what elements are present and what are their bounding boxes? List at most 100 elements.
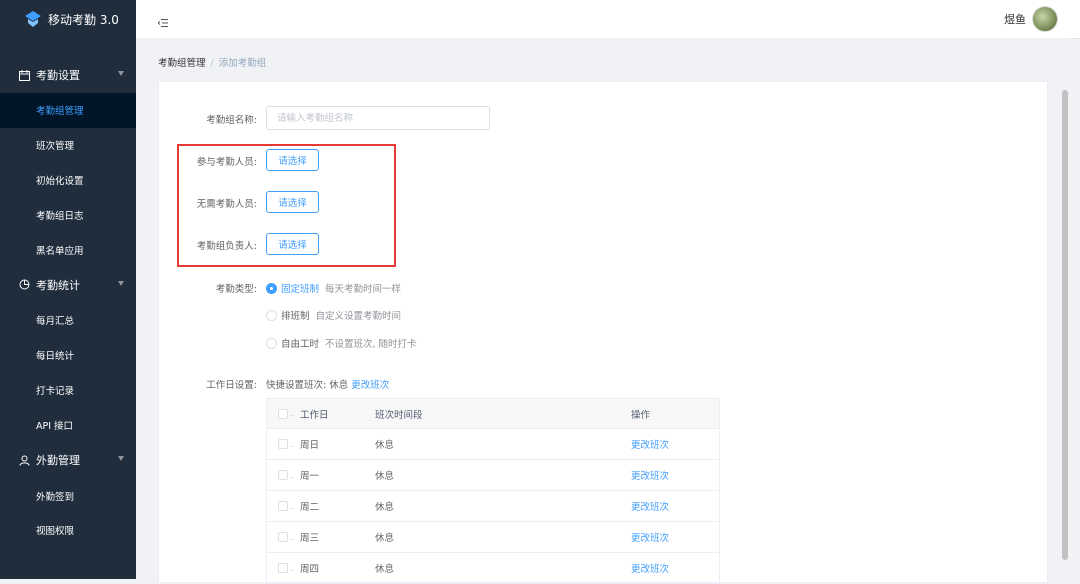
row-change-shift-link[interactable]: 更改班次 [631, 502, 669, 513]
sidebar-item-group-manage[interactable]: 考勤组管理 [0, 93, 136, 128]
avatar[interactable] [1032, 6, 1058, 32]
chevron-down-icon [118, 280, 124, 286]
breadcrumb-parent[interactable]: 考勤组管理 [158, 58, 206, 69]
owner-select-button[interactable]: 请选择 [266, 233, 319, 255]
table-row: .. 周三 休息 更改班次 [267, 522, 719, 553]
menu-title-field[interactable]: 外勤管理 [0, 442, 136, 478]
form-card: 考勤组名称: 参与考勤人员: 请选择 无需考勤人员: 请选择 考勤组负责人: 请… [158, 81, 1048, 584]
menu-title-settings[interactable]: 考勤设置 [0, 57, 136, 93]
row-checkbox[interactable] [278, 439, 288, 449]
checkbox-ellipsis: .. [290, 439, 296, 449]
row-time: 休息 [375, 533, 395, 544]
username: 煜鱼 [1004, 13, 1026, 26]
header-day: 工作日 [300, 409, 329, 421]
row-checkbox[interactable] [278, 532, 288, 542]
radio-label-schedule: 排班制 [281, 311, 310, 322]
table-row: .. 周四 休息 更改班次 [267, 553, 719, 584]
sidebar-item-view-permission[interactable]: 视图权限 [0, 512, 136, 548]
table-row: .. 周一 休息 更改班次 [267, 460, 719, 491]
menu-title-label: 考勤设置 [36, 69, 80, 82]
checkbox-ellipsis: .. [290, 563, 296, 573]
header-time: 班次时间段 [375, 409, 423, 421]
table-row: .. 周日 休息 更改班次 [267, 429, 719, 460]
participants-select-button[interactable]: 请选择 [266, 149, 319, 171]
logo-icon [24, 10, 42, 28]
breadcrumb-current: 添加考勤组 [218, 58, 267, 69]
sidebar-item-monthly[interactable]: 每月汇总 [0, 302, 136, 338]
menu-group-field: 外勤管理 外勤签到 视图权限 [0, 442, 136, 548]
type-radio-flexible[interactable]: 自由工时 不设置班次, 随时打卡 [266, 336, 417, 350]
calendar-icon [18, 69, 30, 81]
name-label: 考勤组名称: [206, 115, 257, 126]
menu-group-stats: 考勤统计 每月汇总 每日统计 打卡记录 API 接口 [0, 267, 136, 443]
checkbox-ellipsis: .. [290, 409, 296, 418]
type-radio-schedule[interactable]: 排班制 自定义设置考勤时间 [266, 308, 401, 322]
table-header: .. 工作日 班次时间段 操作 [267, 399, 719, 429]
pie-chart-icon [18, 279, 30, 291]
sidebar-item-init-settings[interactable]: 初始化设置 [0, 162, 136, 198]
row-checkbox[interactable] [278, 563, 288, 573]
row-day: 周日 [300, 440, 320, 451]
row-change-shift-link[interactable]: 更改班次 [631, 440, 669, 451]
quick-setting-text: 快捷设置班次: 休息 [266, 380, 349, 391]
radio-flexible[interactable] [266, 337, 277, 349]
user-menu[interactable]: 煜鱼 [1004, 6, 1058, 32]
logo[interactable]: 移动考勤 3.0 [0, 0, 136, 38]
workday-label: 工作日设置: [206, 380, 257, 391]
radio-fixed[interactable] [266, 282, 277, 294]
breadcrumb-separator: / [210, 58, 214, 69]
header: 煜鱼 [136, 0, 1080, 39]
row-time: 休息 [375, 440, 395, 451]
sidebar-item-field-checkin[interactable]: 外勤签到 [0, 478, 136, 513]
radio-label-fixed: 固定班制 [281, 284, 320, 295]
menu-group-settings: 考勤设置 考勤组管理 班次管理 初始化设置 考勤组日志 黑名单应用 [0, 57, 136, 267]
row-checkbox[interactable] [278, 470, 288, 480]
header-op: 操作 [631, 409, 651, 421]
row-day: 周一 [300, 471, 320, 482]
sidebar-item-shift-manage[interactable]: 班次管理 [0, 127, 136, 163]
exempt-label: 无需考勤人员: [196, 199, 257, 210]
row-time: 休息 [375, 471, 395, 482]
breadcrumb: 考勤组管理 / 添加考勤组 [158, 55, 266, 69]
type-label: 考勤类型: [215, 284, 257, 295]
sidebar-item-daily[interactable]: 每日统计 [0, 337, 136, 373]
chevron-down-icon [118, 456, 124, 462]
main-content: 考勤组管理 / 添加考勤组 考勤组名称: 参与考勤人员: 请选择 无需考勤人员: 请… [136, 38, 1070, 584]
menu-title-stats[interactable]: 考勤统计 [0, 267, 136, 303]
type-radio-fixed[interactable]: 固定班制 每天考勤时间一样 [266, 281, 401, 295]
radio-desc-flexible: 不设置班次, 随时打卡 [325, 339, 417, 350]
app-title: 移动考勤 3.0 [48, 12, 119, 27]
sidebar: 移动考勤 3.0 考勤设置 考勤组管理 班次管理 初始化设置 考勤组日志 黑名单… [0, 0, 136, 579]
user-icon [18, 454, 30, 466]
radio-desc-fixed: 每天考勤时间一样 [325, 284, 402, 295]
owner-label: 考勤组负责人: [196, 241, 257, 252]
radio-desc-schedule: 自定义设置考勤时间 [315, 311, 402, 322]
select-all-checkbox[interactable] [278, 408, 288, 419]
quick-change-shift-link[interactable]: 更改班次 [351, 380, 389, 391]
checkbox-ellipsis: .. [290, 501, 296, 511]
row-day: 周三 [300, 533, 320, 544]
row-change-shift-link[interactable]: 更改班次 [631, 564, 669, 575]
menu-toggle-icon[interactable] [157, 13, 168, 27]
sidebar-item-api[interactable]: API 接口 [0, 407, 136, 443]
row-time: 休息 [375, 564, 395, 575]
menu-title-label: 外勤管理 [36, 454, 80, 468]
sidebar-item-group-log[interactable]: 考勤组日志 [0, 197, 136, 233]
row-change-shift-link[interactable]: 更改班次 [631, 471, 669, 482]
row-change-shift-link[interactable]: 更改班次 [631, 533, 669, 544]
radio-schedule[interactable] [266, 309, 277, 321]
row-day: 周四 [300, 564, 320, 575]
scrollbar[interactable] [1062, 90, 1068, 560]
participants-label: 参与考勤人员: [196, 157, 257, 168]
checkbox-ellipsis: .. [290, 470, 296, 480]
exempt-select-button[interactable]: 请选择 [266, 191, 319, 213]
row-day: 周二 [300, 502, 320, 513]
workday-table: .. 工作日 班次时间段 操作 .. 周日 休息 更改班次 .. 周一 休息 更… [266, 398, 720, 584]
sidebar-item-blacklist[interactable]: 黑名单应用 [0, 232, 136, 267]
menu-title-label: 考勤统计 [36, 278, 80, 292]
checkbox-ellipsis: .. [290, 532, 296, 542]
radio-label-flexible: 自由工时 [281, 339, 320, 350]
row-checkbox[interactable] [278, 501, 288, 511]
sidebar-item-punch-records[interactable]: 打卡记录 [0, 372, 136, 408]
group-name-input[interactable] [266, 106, 490, 130]
